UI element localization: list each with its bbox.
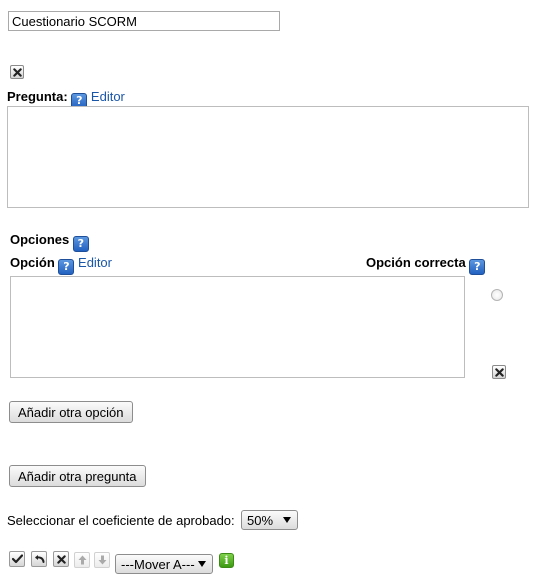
info-icon[interactable]: i	[219, 553, 234, 568]
options-section-label: Opciones	[10, 232, 70, 247]
move-up-button[interactable]	[74, 552, 90, 568]
correct-option-label-row: Opción correcta ?	[366, 255, 486, 275]
delete-option-button[interactable]	[492, 365, 506, 379]
chevron-down-icon	[198, 561, 206, 567]
chevron-down-icon	[283, 517, 291, 523]
option-editor-link[interactable]: Editor	[78, 255, 112, 270]
options-label-row: Opciones ?	[10, 232, 89, 252]
arrow-down-icon	[98, 555, 106, 565]
quiz-title-input[interactable]	[8, 11, 280, 31]
close-icon	[12, 67, 22, 77]
move-to-value: ---Mover A---	[121, 556, 195, 572]
check-icon	[11, 554, 23, 564]
move-down-button[interactable]	[94, 552, 110, 568]
close-icon	[494, 367, 504, 377]
option-help-icon[interactable]: ?	[58, 258, 75, 275]
undo-icon	[34, 555, 44, 563]
correct-option-radio[interactable]	[491, 289, 503, 301]
add-option-button[interactable]: Añadir otra opción	[9, 401, 133, 423]
options-help-icon[interactable]: ?	[72, 235, 89, 252]
pass-rate-value: 50%	[247, 512, 274, 528]
option-textarea[interactable]	[10, 276, 465, 378]
question-textarea[interactable]	[7, 106, 529, 208]
option-label-row: Opción ? Editor	[10, 255, 112, 275]
pass-rate-select[interactable]: 50%	[241, 510, 298, 530]
correct-option-help-icon[interactable]: ?	[469, 258, 486, 275]
pass-rate-label: Seleccionar el coeficiente de aprobado:	[7, 513, 235, 528]
delete-button[interactable]	[53, 551, 69, 567]
confirm-button[interactable]	[9, 551, 25, 567]
delete-icon	[56, 554, 66, 564]
correct-option-label: Opción correcta	[366, 255, 466, 270]
option-label: Opción	[10, 255, 55, 270]
undo-button[interactable]	[31, 551, 47, 567]
question-editor-link[interactable]: Editor	[91, 89, 125, 104]
move-to-select[interactable]: ---Mover A---	[115, 554, 213, 574]
question-label: Pregunta:	[7, 89, 68, 104]
delete-question-button[interactable]	[10, 65, 24, 79]
add-question-button[interactable]: Añadir otra pregunta	[9, 465, 146, 487]
arrow-up-icon	[78, 555, 86, 565]
